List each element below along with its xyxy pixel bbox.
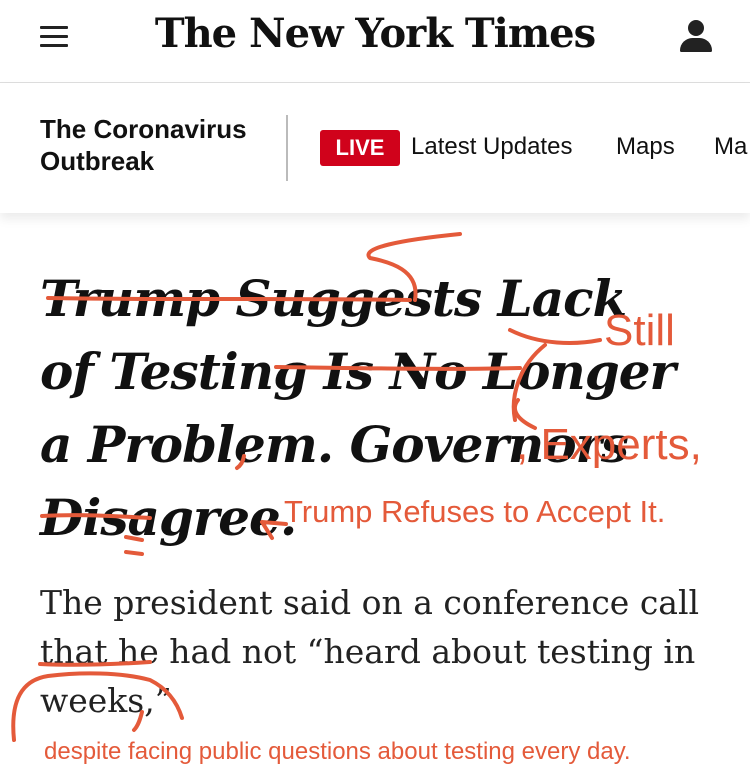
live-badge[interactable]: LIVE bbox=[320, 130, 400, 166]
nav-link-truncated[interactable]: Ma bbox=[714, 133, 747, 161]
annotation-experts: , Experts, bbox=[516, 420, 702, 469]
annotation-trump-refuses: Trump Refuses to Accept It. bbox=[284, 494, 666, 529]
article-summary: The president said on a conference call … bbox=[40, 583, 700, 720]
section-title[interactable]: The Coronavirus Outbreak bbox=[40, 113, 270, 177]
nav-link-maps[interactable]: Maps bbox=[616, 133, 675, 161]
section-nav: The Coronavirus Outbreak LIVE Latest Upd… bbox=[0, 83, 750, 213]
site-logo[interactable]: The New York Times bbox=[0, 10, 750, 57]
annotation-despite: despite facing public questions about te… bbox=[44, 738, 631, 765]
top-bar: The New York Times bbox=[0, 0, 750, 83]
user-icon[interactable] bbox=[680, 20, 712, 54]
nav-divider bbox=[286, 115, 288, 181]
annotation-still: Still bbox=[604, 306, 675, 355]
nav-link-latest-updates[interactable]: Latest Updates bbox=[411, 133, 572, 161]
